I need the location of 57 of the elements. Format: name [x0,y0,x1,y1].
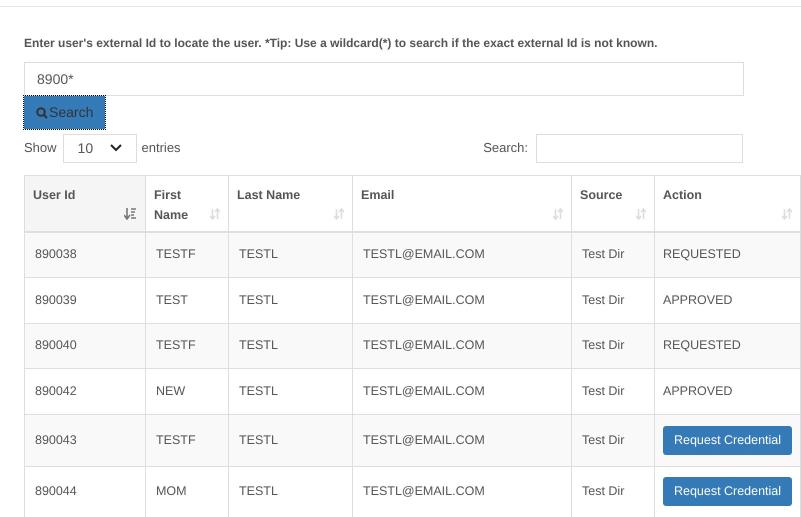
column-header[interactable]: Action [654,176,800,232]
search-label: Search: [483,139,528,158]
request-credential-button[interactable]: Request Credential [663,426,792,454]
table-cell: TESTF [156,432,196,447]
sort-icon [636,208,646,220]
table-cell: TESTL [239,247,278,262]
table-cell: Test Dir [582,484,624,498]
column-header[interactable]: Source [572,176,654,232]
table-search-field[interactable] [536,134,743,162]
show-label: Show [24,139,57,158]
request-credential-button[interactable]: Request Credential [663,477,792,506]
instruction-text: Enter user's external Id to locate the user. *Tip: Use a wildcard(*) to search if the exact external Id is not known. [24,35,658,52]
status-text: APPROVED [663,384,732,398]
table-cell: TEST [156,292,188,307]
table-cell: 890042 [35,384,77,398]
table-cell: MOM [156,484,187,498]
table-cell: NEW [156,384,186,398]
table-cell: TESTL [239,432,278,447]
table-cell: 890044 [35,484,77,498]
column-header[interactable]: First Name [146,176,228,232]
table-cell: TESTL@EMAIL.COM [363,484,485,498]
table-cell: TESTL [239,384,278,398]
sort-ascending-icon [124,208,137,220]
status-text: APPROVED [663,292,732,307]
entries-label: entries [142,139,181,158]
table-cell: TESTL [239,338,278,352]
sort-icon [553,208,563,220]
table-cell: 890040 [35,338,77,352]
table-cell: TESTF [156,247,196,262]
search-icon [36,106,48,118]
column-header[interactable]: Email [352,176,572,232]
table-cell: 890043 [35,432,77,447]
table-cell: TESTL@EMAIL.COM [363,247,485,262]
external-id-field[interactable]: 8900* [24,62,744,96]
table-cell: TESTL [239,292,278,307]
table-cell: Test Dir [582,432,624,447]
table-cell: Test Dir [582,338,624,352]
table-cell: TESTL@EMAIL.COM [363,338,485,352]
table-cell: TESTL [239,484,278,498]
table-cell: TESTL@EMAIL.COM [363,292,485,307]
column-header[interactable]: Last Name [228,176,352,232]
entries-select[interactable]: 10 [62,134,137,162]
table-cell: Test Dir [582,384,624,398]
table-cell: TESTL@EMAIL.COM [363,384,485,398]
column-header[interactable]: User Id [24,176,146,232]
table-cell: 890038 [35,247,77,262]
status-text: REQUESTED [663,338,741,352]
table-cell: TESTF [156,338,196,352]
table-cell: 890039 [35,292,77,307]
table-cell: TESTL@EMAIL.COM [363,432,485,447]
sort-icon [782,208,792,220]
table-cell: Test Dir [582,292,624,307]
sort-icon [334,208,344,220]
chevron-down-icon [110,144,122,152]
sort-icon [210,208,220,220]
status-text: REQUESTED [663,247,741,262]
table-cell: Test Dir [582,247,624,262]
